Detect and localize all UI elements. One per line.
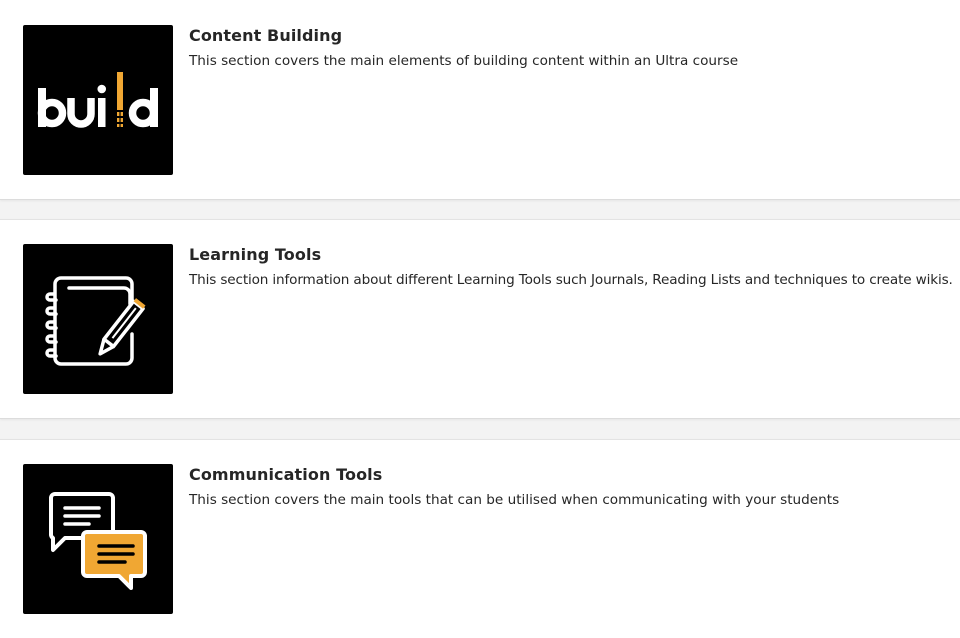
content-item-title[interactable]: Communication Tools <box>189 465 382 484</box>
content-item-title[interactable]: Content Building <box>189 26 342 45</box>
content-item-title[interactable]: Learning Tools <box>189 245 321 264</box>
content-item-description: This section covers the main elements of… <box>189 53 739 69</box>
content-building-thumbnail[interactable] <box>23 25 173 175</box>
content-item-learning-tools[interactable]: Learning Tools This section information … <box>0 219 960 419</box>
build-logo-icon <box>37 72 158 128</box>
content-item-description: This section information about different… <box>189 272 953 288</box>
learning-tools-thumbnail[interactable] <box>23 244 173 394</box>
content-item-content-building[interactable]: Content Building This section covers the… <box>0 0 960 200</box>
content-item-description: This section covers the main tools that … <box>189 492 840 508</box>
communication-tools-thumbnail[interactable] <box>23 464 173 614</box>
chat-bubbles-icon <box>49 492 147 590</box>
notebook-pencil-icon <box>45 276 146 366</box>
content-item-communication-tools[interactable]: Communication Tools This section covers … <box>0 439 960 638</box>
content-list: Content Building This section covers the… <box>0 0 960 638</box>
